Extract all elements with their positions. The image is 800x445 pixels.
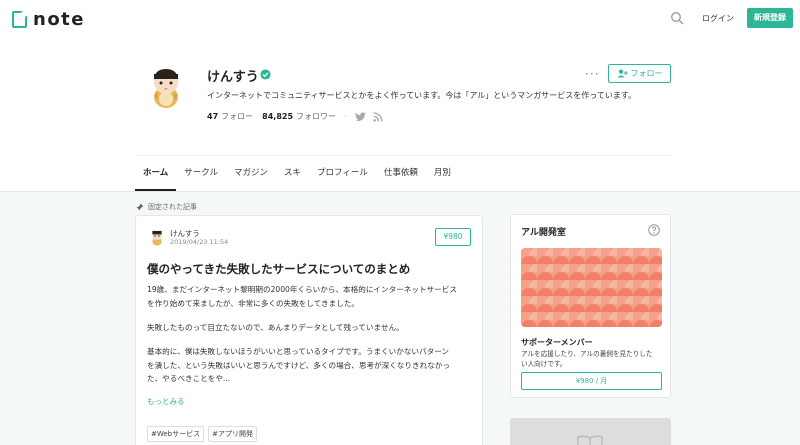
- followers-count[interactable]: 84,825: [262, 112, 293, 121]
- tag-app-dev[interactable]: #アプリ開発: [208, 426, 258, 442]
- tab-profile[interactable]: プロフィール: [309, 156, 376, 191]
- profile-bio: インターネットでコミュニティサービスとかをよく作っています。今は「アル」というマ…: [207, 91, 637, 100]
- verified-icon: [260, 69, 271, 80]
- search-icon[interactable]: [670, 11, 684, 25]
- tab-circle[interactable]: サークル: [176, 156, 226, 191]
- image-placeholder-card: [510, 418, 671, 445]
- follow-button-label: フォロー: [630, 69, 663, 78]
- article-text-line: を潰した、という失敗はいいと思うんですけど、多くの場合、思考が深くなりきれなかっ: [147, 360, 450, 370]
- following-count[interactable]: 47: [207, 112, 218, 121]
- signup-button[interactable]: 新規登録: [747, 8, 793, 28]
- circle-title[interactable]: アル開発室: [521, 225, 566, 238]
- pinned-label: 固定された記事: [136, 202, 197, 212]
- tag-list: #Webサービス #アプリ開発: [147, 426, 258, 442]
- question-icon[interactable]: [648, 224, 660, 236]
- tab-likes[interactable]: スキ: [276, 156, 309, 191]
- article-text-line: 失敗したものって目立たないので、あんまりデータとして残っていません。: [147, 323, 404, 332]
- article-text-line: 19歳、まだインターネット黎明期の2000年くらいから、本格的にインターネットサ…: [147, 285, 457, 294]
- top-bar: note ログイン 新規登録: [0, 0, 800, 38]
- profile-stats: 47 フォロー 84,825 フォロワー ·: [207, 111, 383, 122]
- membership-description-line: アルを応援したり、アルの裏側を見たりした: [521, 350, 653, 358]
- rss-icon[interactable]: [372, 111, 383, 122]
- following-label[interactable]: フォロー: [221, 111, 253, 122]
- login-link[interactable]: ログイン: [702, 13, 734, 24]
- twitter-icon[interactable]: [354, 111, 366, 122]
- avatar[interactable]: [146, 65, 186, 109]
- membership-join-button[interactable]: ¥980 / 月: [521, 372, 662, 390]
- profile-tabs: ホーム サークル マガジン スキ プロフィール 仕事依頼 月別: [135, 155, 670, 191]
- article-text-line: 基本的に、僕は失敗しないほうがいいと思っているタイプです。うまくいかないパターン: [147, 347, 449, 356]
- stats-separator: ·: [344, 112, 347, 121]
- more-options-icon[interactable]: ···: [585, 67, 599, 81]
- article-text-line: た、やるべきことをや...: [147, 374, 231, 383]
- pin-icon: [136, 203, 144, 211]
- tab-home[interactable]: ホーム: [135, 156, 177, 191]
- tab-work-request[interactable]: 仕事依頼: [376, 156, 426, 191]
- user-name: けんすう: [207, 70, 259, 85]
- circle-cover-image[interactable]: [521, 248, 662, 327]
- add-user-icon: [617, 69, 628, 78]
- logo-mark-icon: [12, 11, 27, 28]
- membership-description-line: い人向けです。: [521, 360, 567, 368]
- circle-card: アル開発室 サポーターメンバー アルを応援したり、アルの裏側を見たりした い人向…: [510, 214, 671, 398]
- followers-label[interactable]: フォロワー: [296, 111, 336, 122]
- author-avatar[interactable]: [149, 229, 165, 246]
- price-badge[interactable]: ¥980: [435, 228, 471, 246]
- article-text-line: を作り始めて来ましたが、非常に多くの失敗をしてきました。: [147, 298, 360, 308]
- article-title[interactable]: 僕のやってきた失敗したサービスについてのまとめ: [147, 261, 410, 277]
- follow-button[interactable]: フォロー: [608, 64, 671, 83]
- tag-web-service[interactable]: #Webサービス: [147, 426, 205, 442]
- tab-magazine[interactable]: マガジン: [226, 156, 276, 191]
- article-date: 2019/04/23 11:54: [170, 238, 229, 246]
- membership-title: サポーターメンバー: [521, 338, 593, 347]
- logo-text: note: [33, 9, 85, 30]
- membership-description: アルを応援したり、アルの裏側を見たりした い人向けです。: [521, 349, 652, 369]
- note-logo[interactable]: note: [12, 9, 85, 30]
- pinned-label-text: 固定された記事: [148, 203, 197, 211]
- book-icon: [577, 435, 603, 445]
- read-more-link[interactable]: もっとみる: [147, 396, 185, 407]
- tab-monthly[interactable]: 月別: [426, 156, 459, 191]
- pinned-article-card[interactable]: けんすう 2019/04/23 11:54 ¥980 僕のやってきた失敗したサー…: [135, 215, 483, 445]
